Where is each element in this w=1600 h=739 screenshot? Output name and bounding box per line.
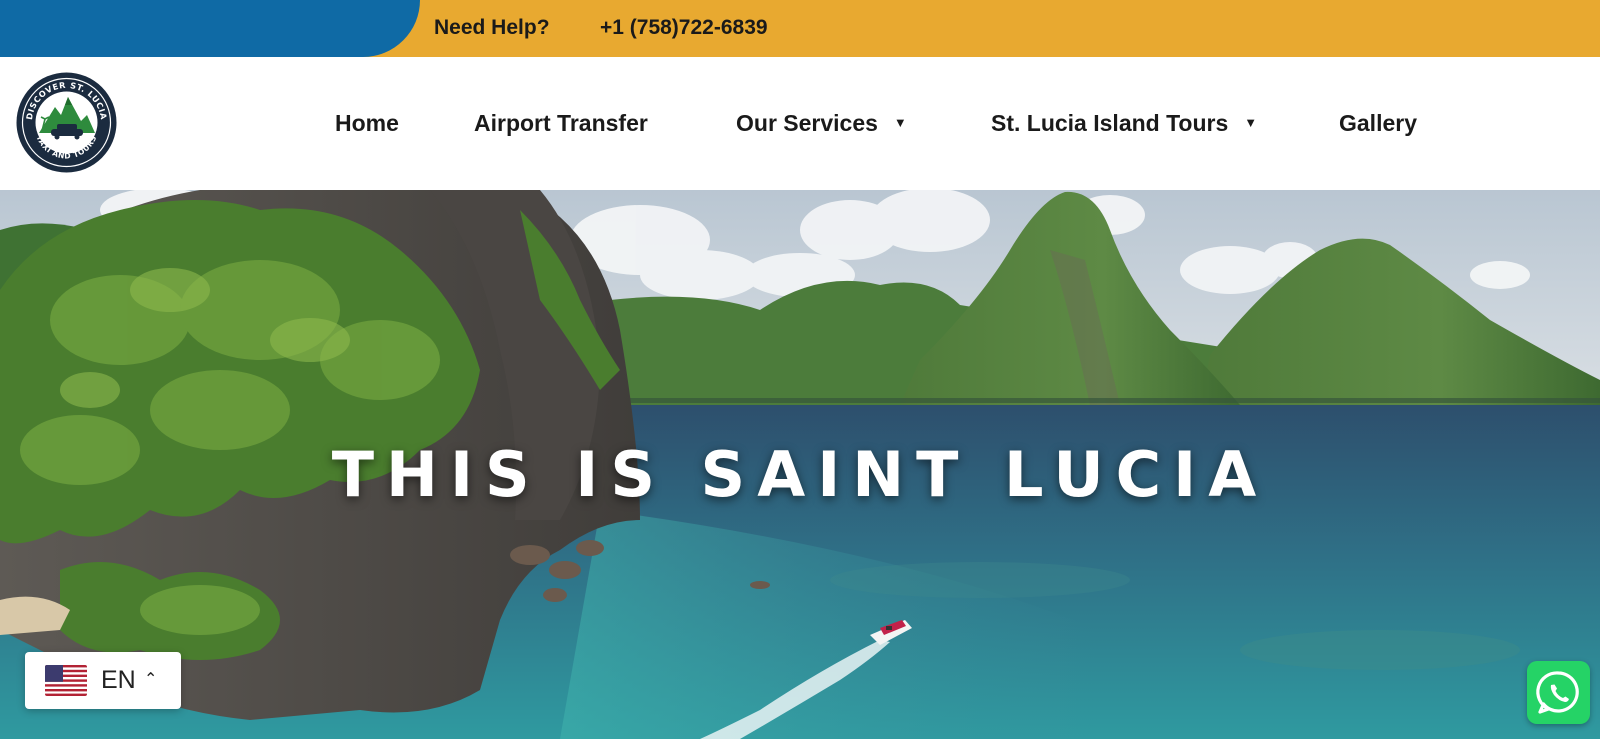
nav-our-services[interactable]: Our Services ▼	[736, 57, 907, 190]
site-logo[interactable]: DISCOVER ST. LUCIA TAXI AND TOURS	[15, 71, 118, 174]
hero-title: THIS IS SAINT LUCIA	[331, 438, 1269, 511]
whatsapp-icon	[1536, 671, 1579, 714]
nav-home[interactable]: Home	[335, 57, 399, 190]
language-switcher[interactable]: EN ⌃	[25, 652, 181, 709]
caret-up-icon: ⌃	[144, 671, 158, 688]
nav-airport-transfer-label: Airport Transfer	[474, 110, 648, 136]
nav-gallery[interactable]: Gallery	[1339, 57, 1417, 190]
top-bar-accent	[0, 0, 420, 57]
phone-number-link[interactable]: +1 (758)722-6839	[600, 0, 768, 57]
whatsapp-button[interactable]	[1527, 661, 1590, 724]
caret-down-icon[interactable]: ▼	[894, 56, 907, 189]
need-help-label: Need Help?	[434, 16, 550, 39]
hero-banner: THIS IS SAINT LUCIA	[0, 190, 1600, 739]
nav-gallery-label: Gallery	[1339, 110, 1417, 136]
top-contact-bar: Need Help? +1 (758)722-6839	[0, 0, 1600, 57]
language-code: EN	[101, 666, 136, 694]
nav-home-label: Home	[335, 110, 399, 136]
nav-island-tours-label: St. Lucia Island Tours	[991, 110, 1229, 136]
nav-airport-transfer[interactable]: Airport Transfer	[474, 57, 648, 190]
main-navigation: DISCOVER ST. LUCIA TAXI AND TOURS Home A…	[0, 57, 1600, 190]
caret-down-icon[interactable]: ▼	[1244, 56, 1257, 189]
nav-our-services-label: Our Services	[736, 110, 878, 136]
us-flag-icon	[45, 665, 87, 696]
nav-island-tours[interactable]: St. Lucia Island Tours ▼	[991, 57, 1257, 190]
